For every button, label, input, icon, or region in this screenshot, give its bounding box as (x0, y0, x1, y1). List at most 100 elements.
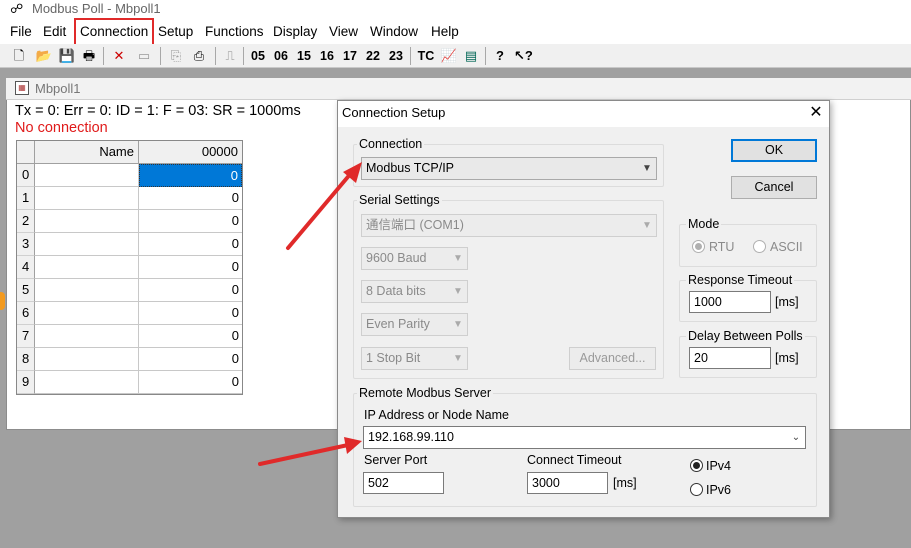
table-row[interactable]: 00 (17, 164, 242, 187)
menu-display[interactable]: Display (273, 24, 317, 39)
app-title: Modbus Poll - Mbpoll1 (32, 1, 161, 16)
ok-button[interactable]: OK (731, 139, 817, 162)
chevron-down-icon: ▼ (453, 286, 463, 297)
table-row[interactable]: 50 (17, 279, 242, 302)
function-23-button[interactable]: 23 (386, 46, 406, 66)
table-row[interactable]: 60 (17, 302, 242, 325)
baud-value: 9600 Baud (366, 251, 427, 265)
mode-ascii-radio[interactable] (753, 240, 766, 253)
print-icon[interactable]: 🖶 (80, 46, 98, 66)
row-value-cell[interactable]: 0 (139, 302, 242, 325)
ipv6-radio[interactable] (690, 483, 703, 496)
function-22-button[interactable]: 22 (363, 46, 383, 66)
menu-window[interactable]: Window (370, 24, 418, 39)
function-17-button[interactable]: 17 (340, 46, 360, 66)
serial-port-value: 通信端口 (COM1) (366, 218, 464, 232)
open-icon[interactable]: 📂 (35, 46, 53, 66)
row-name-cell[interactable] (35, 371, 139, 394)
server-port-label: Server Port (364, 453, 428, 467)
menu-help[interactable]: Help (431, 24, 459, 39)
serial-settings-label: Serial Settings (357, 193, 442, 207)
delay-input[interactable]: 20 (689, 347, 771, 369)
table-row[interactable]: 80 (17, 348, 242, 371)
disconnect-icon[interactable]: ✕ (110, 46, 128, 66)
monitor-icon[interactable]: ▤ (462, 46, 480, 66)
menu-functions[interactable]: Functions (205, 24, 264, 39)
printer-icon[interactable]: ⎙ (190, 46, 208, 66)
row-value-cell[interactable]: 0 (139, 210, 242, 233)
connect-timeout-label: Connect Timeout (527, 453, 622, 467)
advanced-button[interactable]: Advanced... (569, 347, 656, 370)
table-row[interactable]: 90 (17, 371, 242, 394)
window-icon[interactable]: ▭ (135, 46, 153, 66)
ipv4-radio[interactable] (690, 459, 703, 472)
function-05-button[interactable]: 05 (248, 46, 268, 66)
row-value-cell[interactable]: 0 (139, 233, 242, 256)
row-value-cell[interactable]: 0 (139, 256, 242, 279)
parity-select[interactable]: Even Parity ▼ (361, 313, 468, 336)
new-icon[interactable]: 🗋 (10, 46, 28, 66)
table-row[interactable]: 30 (17, 233, 242, 256)
mode-rtu-radio[interactable] (692, 240, 705, 253)
tc-button[interactable]: TC (415, 46, 437, 66)
function-16-button[interactable]: 16 (317, 46, 337, 66)
data-bits-select[interactable]: 8 Data bits ▼ (361, 280, 468, 303)
help-icon[interactable]: ? (492, 46, 508, 66)
response-timeout-label: Response Timeout (686, 273, 795, 287)
read-write-icon[interactable]: ⎘ (167, 46, 185, 66)
server-port-input[interactable]: 502 (363, 472, 444, 494)
chart-icon[interactable]: 📈 (440, 46, 458, 66)
row-name-cell[interactable] (35, 302, 139, 325)
row-value-cell[interactable]: 0 (139, 348, 242, 371)
connect-timeout-unit: [ms] (613, 476, 637, 490)
serial-port-select[interactable]: 通信端口 (COM1) ▼ (361, 214, 657, 237)
row-index: 9 (17, 371, 35, 394)
row-value-cell[interactable]: 0 (139, 325, 242, 348)
table-row[interactable]: 70 (17, 325, 242, 348)
response-timeout-unit: [ms] (775, 295, 799, 309)
stop-bits-value: 1 Stop Bit (366, 351, 421, 365)
row-index: 8 (17, 348, 35, 371)
row-name-cell[interactable] (35, 233, 139, 256)
menu-view[interactable]: View (329, 24, 358, 39)
row-index: 3 (17, 233, 35, 256)
ip-address-input[interactable]: 192.168.99.110 ⌄ (363, 426, 806, 449)
grid-header-name[interactable]: Name (35, 141, 139, 164)
row-name-cell[interactable] (35, 164, 139, 187)
pulse-icon[interactable]: ⎍ (222, 46, 238, 66)
toolbar: 🗋 📂 💾 🖶 ✕ ▭ ⎘ ⎙ ⎍ 05 06 15 16 17 22 23 T… (0, 44, 911, 68)
function-15-button[interactable]: 15 (294, 46, 314, 66)
menu-edit[interactable]: Edit (43, 24, 66, 39)
cancel-button[interactable]: Cancel (731, 176, 817, 199)
grid-header-address[interactable]: 00000 (139, 141, 242, 164)
row-name-cell[interactable] (35, 256, 139, 279)
row-name-cell[interactable] (35, 187, 139, 210)
row-name-cell[interactable] (35, 279, 139, 302)
row-value-cell[interactable]: 0 (139, 279, 242, 302)
row-name-cell[interactable] (35, 210, 139, 233)
baud-select[interactable]: 9600 Baud ▼ (361, 247, 468, 270)
save-icon[interactable]: 💾 (58, 46, 76, 66)
function-06-button[interactable]: 06 (271, 46, 291, 66)
close-icon[interactable]: ✕ (805, 102, 827, 124)
connection-type-select[interactable]: Modbus TCP/IP ▼ (361, 157, 657, 180)
row-name-cell[interactable] (35, 325, 139, 348)
row-index: 0 (17, 164, 35, 187)
context-help-icon[interactable]: ↖? (514, 46, 533, 66)
row-value-cell[interactable]: 0 (139, 371, 242, 394)
table-row[interactable]: 20 (17, 210, 242, 233)
edge-decoration (0, 292, 5, 310)
chevron-down-icon: ▼ (453, 353, 463, 364)
row-value-cell[interactable]: 0 (139, 164, 242, 187)
row-value-cell[interactable]: 0 (139, 187, 242, 210)
connect-timeout-input[interactable]: 3000 (527, 472, 608, 494)
row-name-cell[interactable] (35, 348, 139, 371)
menu-file[interactable]: File (10, 24, 32, 39)
table-row[interactable]: 10 (17, 187, 242, 210)
stop-bits-select[interactable]: 1 Stop Bit ▼ (361, 347, 468, 370)
delay-label: Delay Between Polls (686, 329, 805, 343)
ip-address-label: IP Address or Node Name (364, 408, 509, 422)
menu-setup[interactable]: Setup (158, 24, 193, 39)
response-timeout-input[interactable]: 1000 (689, 291, 771, 313)
table-row[interactable]: 40 (17, 256, 242, 279)
